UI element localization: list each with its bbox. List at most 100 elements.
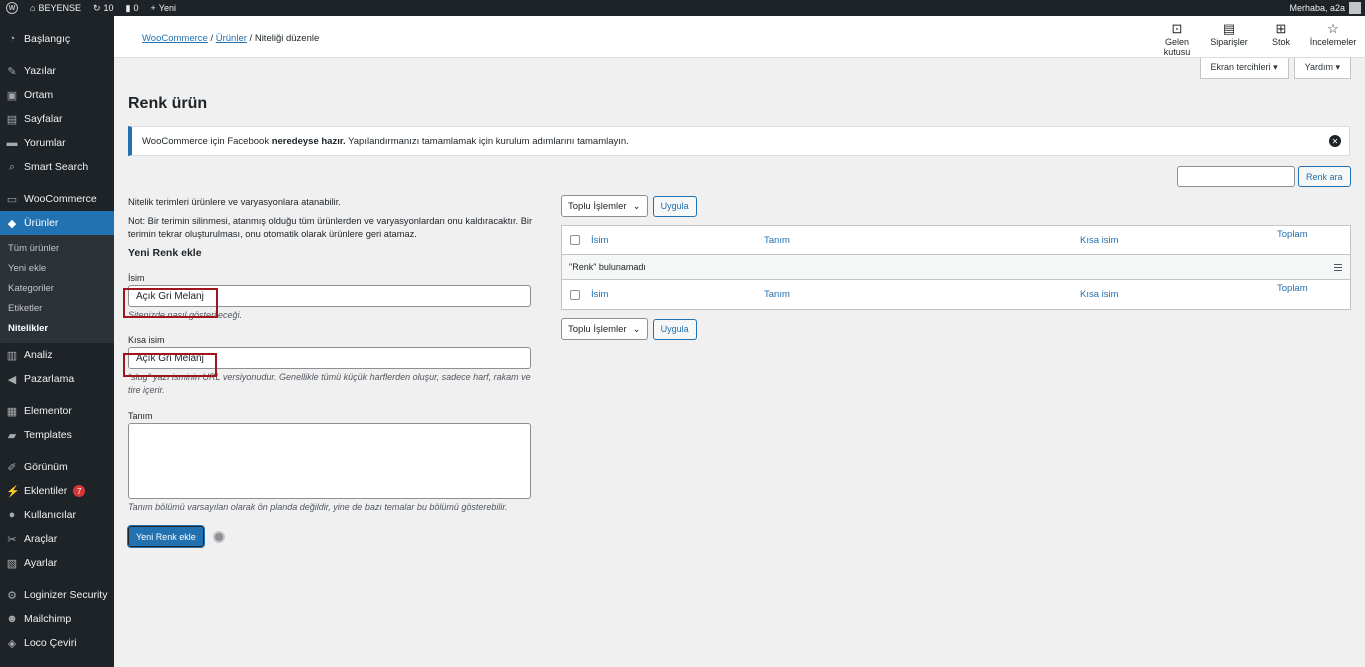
updates-menu[interactable]: ↻ 10 [87,0,120,16]
woocommerce-header: WooCommerce / Ürünler / Niteliği düzenle… [114,16,1365,58]
elementor-icon: ▦ [6,405,18,418]
menu-products[interactable]: ◆ Ürünler [0,211,114,235]
description-label: Tanım [128,411,153,421]
screen-options-label: Ekran tercihleri [1210,62,1271,72]
comments-icon: ▬ [6,137,18,149]
submenu-add-new[interactable]: Yeni ekle [0,258,114,278]
wp-logo-menu[interactable]: W [0,0,24,16]
apply-button-top[interactable]: Uygula [652,195,697,217]
select-all-checkbox[interactable] [570,235,580,245]
menu-tools[interactable]: ✂ Araçlar [0,527,114,551]
bulk-action-value: Toplu İşlemler [568,200,627,212]
menu-plugins[interactable]: ⚡ Eklentiler 7 [0,479,114,503]
menu-appearance[interactable]: ✐ Görünüm [0,455,114,479]
menu-label: Smart Search [24,161,89,173]
column-count[interactable]: Toplam [1277,229,1308,240]
menu-marketing[interactable]: ◀ Pazarlama [0,367,114,391]
chevron-down-icon: ⌄ [632,200,641,212]
menu-dashboard[interactable]: ◔ Başlangıç [0,27,114,51]
name-field-highlight [123,288,218,318]
wrench-icon: ✂ [7,533,17,546]
column-name-footer[interactable]: İsim [591,289,608,300]
menu-label: Yorumlar [24,137,66,149]
dismiss-icon[interactable]: ✕ [1329,135,1341,147]
bulk-action-select-top[interactable]: Toplu İşlemler ⌄ [561,195,648,217]
notice-text-post: Yapılandırmanızı tamamlamak için kurulum… [345,135,629,147]
menu-mailchimp[interactable]: ☻ Mailchimp [0,607,114,631]
menu-label: Pazarlama [24,373,75,385]
stock-button[interactable]: ⊞ Stok [1255,21,1307,57]
screen-options-button[interactable]: Ekran tercihleri ▾ [1199,58,1289,79]
bulk-actions-bottom: Toplu İşlemler ⌄ Uygula [561,318,1351,340]
caret-down-icon: ▾ [1335,62,1340,72]
slug-label: Kısa isim [128,335,165,345]
menu-loginizer[interactable]: ⚙ Loginizer Security [0,583,114,607]
menu-label: Mailchimp [24,613,72,625]
menu-label: Ayarlar [24,557,58,569]
comment-icon: ▮ [125,2,131,13]
facebook-notice: WooCommerce için Facebook neredeyse hazı… [128,126,1350,156]
stock-icon: ⊞ [1275,21,1287,36]
comments-menu[interactable]: ▮ 0 [120,0,145,16]
menu-smart-search[interactable]: ⌕ Smart Search [0,155,114,179]
column-name[interactable]: İsim [591,235,608,246]
column-description-footer[interactable]: Tanım [764,289,790,300]
avatar [1349,2,1361,14]
submenu-attributes[interactable]: Nitelikler [0,318,114,338]
orders-button[interactable]: ▤ Siparişler [1203,21,1255,57]
woo-icon: ▭ [6,193,18,206]
menu-woocommerce[interactable]: ▭ WooCommerce [0,187,114,211]
column-description[interactable]: Tanım [764,235,790,246]
add-new-term-button[interactable]: Yeni Renk ekle [127,525,205,548]
gear-icon: ⚙ [7,589,17,602]
menu-elementor[interactable]: ▦ Elementor [0,399,114,423]
menu-pages[interactable]: ▤ Sayfalar [0,107,114,131]
menu-templates[interactable]: ▰ Templates [0,423,114,447]
menu-settings[interactable]: ▧ Ayarlar [0,551,114,575]
search-terms-button[interactable]: Renk ara [1298,166,1351,187]
submenu-tags[interactable]: Etiketler [0,298,114,318]
submenu-categories[interactable]: Kategoriler [0,278,114,298]
terms-list: Toplu İşlemler ⌄ Uygula İsim Tanım Kısa i… [561,195,1351,340]
description-help: Tanım bölümü varsayılan olarak ön planda… [128,502,508,512]
select-all-checkbox-footer[interactable] [570,289,580,300]
column-slug[interactable]: Kısa isim [1080,235,1119,246]
bulk-action-select-bottom[interactable]: Toplu İşlemler ⌄ [561,318,648,340]
products-submenu: Tüm ürünler Yeni ekle Kategoriler Etiket… [0,235,114,343]
inbox-button[interactable]: ⊡ Gelen kutusu [1151,21,1203,57]
menu-label: Araçlar [24,533,58,545]
menu-posts[interactable]: ✎ Yazılar [0,59,114,83]
term-search-input[interactable] [1177,166,1295,187]
help-button[interactable]: Yardım ▾ [1293,58,1351,79]
menu-analytics[interactable]: ▥ Analiz [0,343,114,367]
column-slug-footer[interactable]: Kısa isim [1080,289,1119,300]
menu-users[interactable]: ● Kullanıcılar [0,503,114,527]
breadcrumb-products[interactable]: Ürünler [216,33,247,44]
menu-label: Başlangıç [24,33,71,45]
column-count-footer[interactable]: Toplam [1277,283,1308,294]
bulk-actions-top: Toplu İşlemler ⌄ Uygula [561,195,1351,217]
menu-lines-icon [1334,264,1342,271]
mailchimp-icon: ☻ [6,613,18,625]
menu-label: Ürünler [24,217,59,229]
menu-media[interactable]: ▣ Ortam [0,83,114,107]
new-content-menu[interactable]: + Yeni [145,0,182,16]
megaphone-icon: ◀ [7,373,17,386]
menu-label: Ortam [24,89,54,101]
new-label: Yeni [158,3,176,13]
submenu-all-products[interactable]: Tüm ürünler [0,238,114,258]
site-name-menu[interactable]: ⌂ BEYENSE [24,0,87,16]
reviews-button[interactable]: ☆ İncelemeler [1307,21,1359,57]
admin-bar: W ⌂ BEYENSE ↻ 10 ▮ 0 + Yeni Merhaba, a2a [0,0,1365,16]
menu-loco-translate[interactable]: ◈ Loco Çeviri [0,631,114,655]
my-account-menu[interactable]: Merhaba, a2a [1289,2,1365,14]
description-textarea[interactable] [128,423,531,499]
menu-comments[interactable]: ▬ Yorumlar [0,131,114,155]
updates-count: 10 [103,3,114,13]
comments-count: 0 [133,3,139,13]
notice-text-bold: neredeyse hazır. [271,135,346,147]
star-icon: ☆ [1327,21,1339,36]
caret-down-icon: ▾ [1273,62,1278,72]
apply-button-bottom[interactable]: Uygula [652,318,697,340]
breadcrumb-woocommerce[interactable]: WooCommerce [142,33,208,44]
